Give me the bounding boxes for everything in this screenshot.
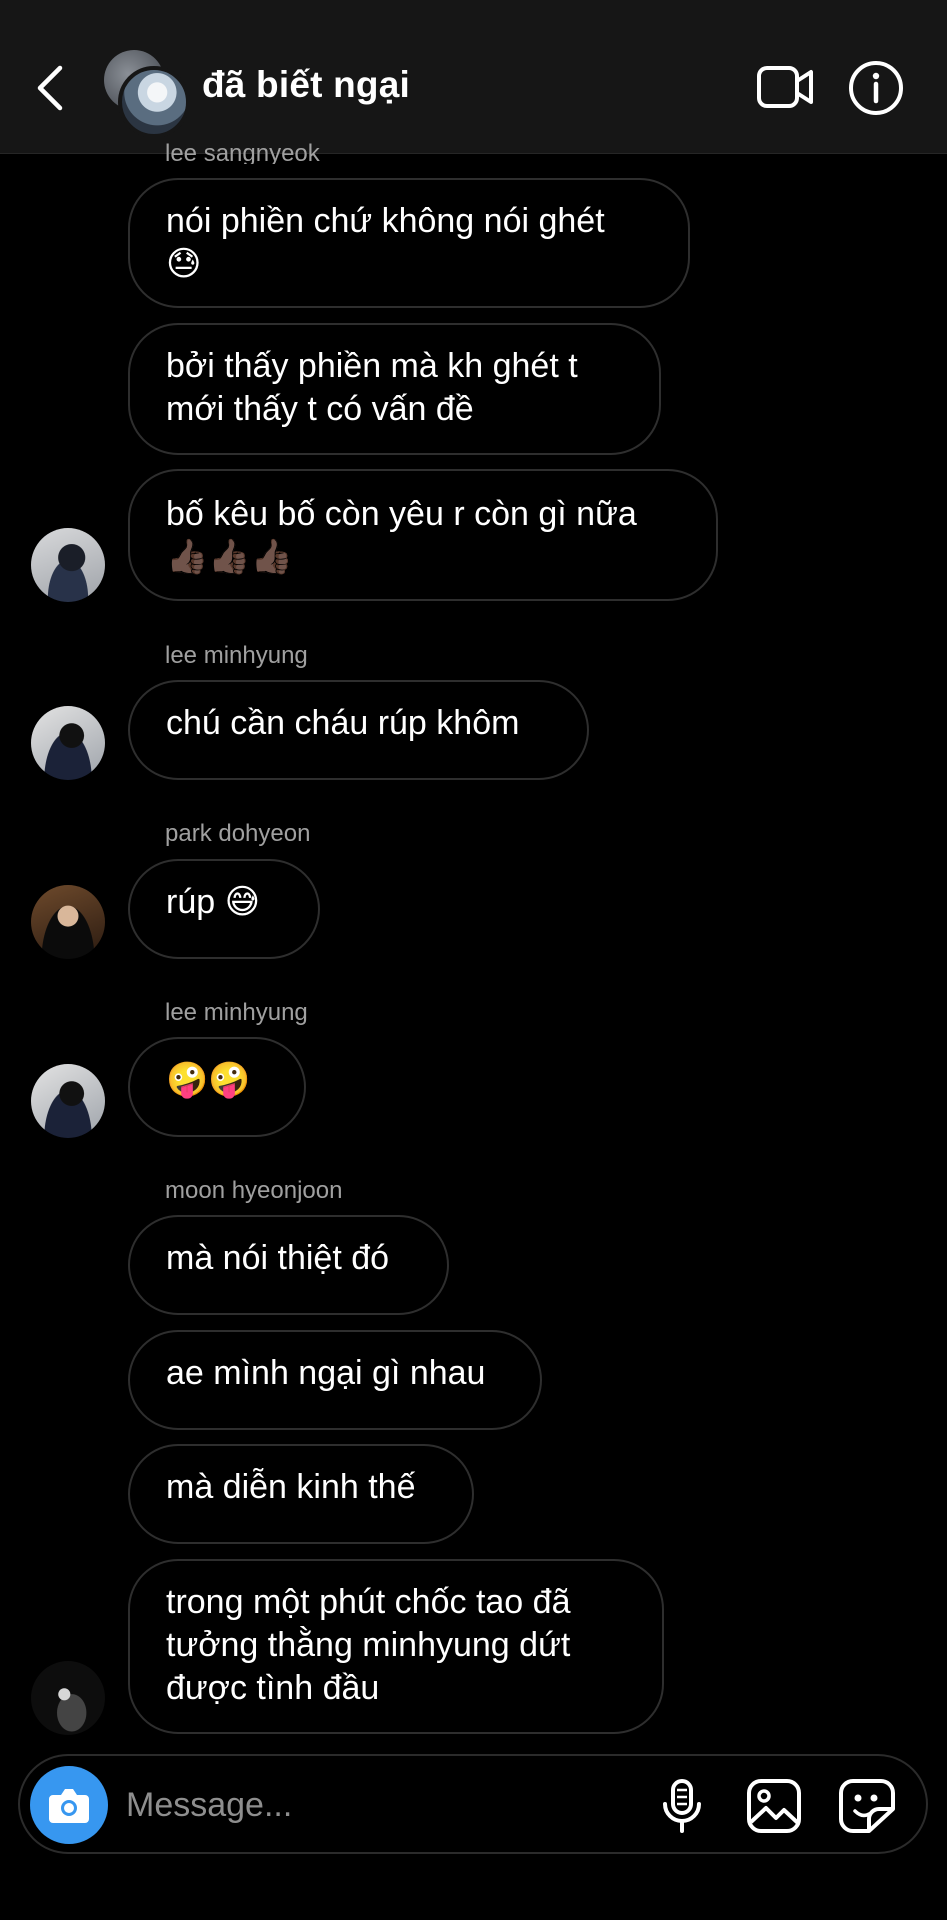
sender-name: park dohyeon xyxy=(165,820,311,847)
sender-name: moon hyeonjoon xyxy=(165,1177,343,1204)
chat-header: đã biết ngại xyxy=(0,0,947,154)
message-input[interactable] xyxy=(124,1780,548,1830)
sender-name: lee minhyung xyxy=(165,642,308,669)
message-bubble[interactable]: ae mình ngại gì nhau xyxy=(128,1330,542,1430)
info-icon[interactable] xyxy=(848,60,904,116)
avatar[interactable] xyxy=(31,528,105,602)
avatar[interactable] xyxy=(31,1661,105,1735)
message-bubble[interactable]: chú cần cháu rúp khôm xyxy=(128,680,589,780)
camera-button[interactable] xyxy=(30,1766,108,1844)
gallery-icon[interactable] xyxy=(746,1778,802,1834)
sender-name: lee sangnyeok xyxy=(165,140,320,164)
sticker-icon[interactable] xyxy=(838,1778,896,1834)
microphone-icon[interactable] xyxy=(660,1778,704,1834)
chat-title[interactable]: đã biết ngại xyxy=(202,64,410,106)
message-bubble[interactable]: 🤪🤪 xyxy=(128,1037,306,1137)
group-avatar[interactable] xyxy=(104,50,190,138)
message-bubble[interactable]: bởi thấy phiền mà kh ghét t mới thấy t c… xyxy=(128,323,661,455)
message-bubble[interactable]: bố kêu bố còn yêu r còn gì nữa 👍🏿👍🏿👍🏿 xyxy=(128,469,718,601)
avatar[interactable] xyxy=(31,706,105,780)
video-call-icon[interactable] xyxy=(756,64,814,110)
message-bubble[interactable]: trong một phút chốc tao đã tưởng thằng m… xyxy=(128,1559,664,1734)
message-bubble[interactable]: rúp 😅 xyxy=(128,859,320,959)
message-bubble[interactable]: nói phiền chứ không nói ghét 😓 xyxy=(128,178,690,308)
camera-icon xyxy=(49,1789,89,1823)
chevron-left-icon[interactable] xyxy=(30,62,70,114)
avatar[interactable] xyxy=(31,1064,105,1138)
sender-name: lee minhyung xyxy=(165,999,308,1026)
message-composer xyxy=(18,1754,928,1854)
avatar xyxy=(118,66,190,138)
avatar[interactable] xyxy=(31,885,105,959)
message-bubble[interactable]: mà diễn kinh thế xyxy=(128,1444,474,1544)
message-bubble[interactable]: mà nói thiệt đó xyxy=(128,1215,449,1315)
